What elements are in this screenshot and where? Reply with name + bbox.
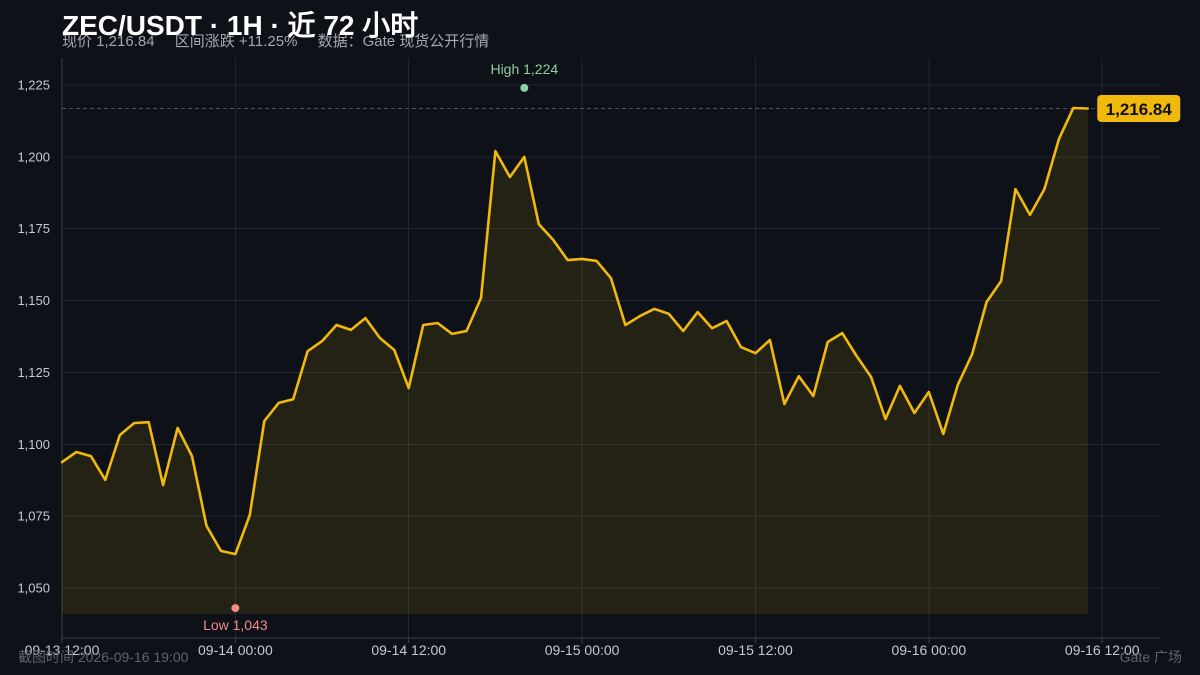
price-chart: 1,225 1,200 1,175 1,150 1,125 1,100 1,075 1,050… [17, 58, 1181, 658]
y-tick-label: 1,225 [17, 78, 50, 93]
high-marker: High 1,224 [490, 61, 558, 92]
y-tick-label: 1,175 [17, 221, 50, 236]
high-point [520, 83, 529, 92]
x-tick-label: 09-14 00:00 [198, 642, 273, 658]
y-tick-label: 1,200 [17, 149, 50, 164]
chart-header: ZEC/USDT · 1H · 近 72 小时 现价 1,216.84 区间涨跌… [62, 0, 962, 56]
y-tick-label: 1,150 [17, 293, 50, 308]
price-area-fill [62, 108, 1088, 614]
x-tick-label: 09-15 00:00 [545, 642, 620, 658]
low-label: Low 1,043 [203, 617, 268, 633]
x-tick-label: 09-16 00:00 [891, 642, 966, 658]
x-tick-label: 09-14 12:00 [371, 642, 446, 658]
y-tick-label: 1,100 [17, 437, 50, 452]
brand-watermark: Gate 广场 [1119, 649, 1182, 665]
last-price-tag-label: 1,216.84 [1106, 100, 1173, 119]
y-tick-label: 1,125 [17, 365, 50, 380]
chart-screen: 1,225 1,200 1,175 1,150 1,125 1,100 1,075 1,050… [0, 0, 1200, 675]
last-price-tag: 1,216.84 [1097, 94, 1181, 122]
x-tick-label: 09-15 12:00 [718, 642, 793, 658]
chart-title: ZEC/USDT · 1H · 近 72 小时 [62, 10, 419, 41]
high-label: High 1,224 [490, 61, 558, 77]
y-tick-label: 1,050 [17, 580, 50, 595]
low-point [231, 604, 240, 613]
y-tick-label: 1,075 [17, 509, 50, 524]
capture-time: 截图时间 2026-09-16 19:00 [18, 649, 189, 665]
